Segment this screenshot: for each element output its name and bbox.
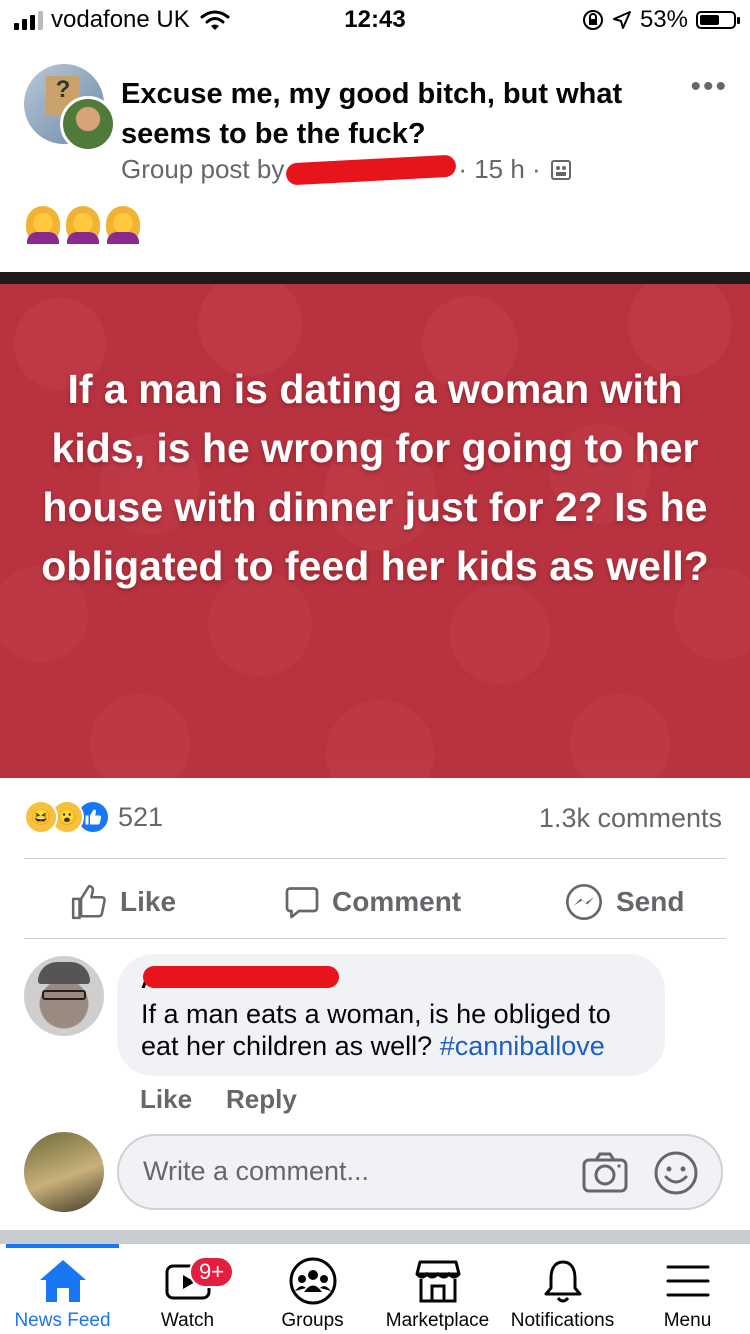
comment-count-link[interactable]: 1.3k comments <box>539 803 722 834</box>
tab-label: Menu <box>663 1310 712 1331</box>
tab-marketplace[interactable]: Marketplace <box>375 1256 500 1334</box>
comment-label: Comment <box>332 886 462 917</box>
current-user-avatar[interactable] <box>24 1132 104 1212</box>
tab-label: Marketplace <box>385 1310 490 1331</box>
tab-label: Notifications <box>510 1310 615 1331</box>
meta-prefix: Group post by <box>121 154 285 184</box>
bell-icon <box>544 1260 581 1303</box>
tab-label: Watch <box>160 1310 215 1331</box>
watch-badge: 9+ <box>189 1256 235 1288</box>
comment-actions: Like Reply <box>140 1084 297 1115</box>
comment-input-placeholder: Write a comment... <box>143 1156 370 1186</box>
messenger-icon <box>566 884 602 920</box>
post-actions: Like Comment Send <box>0 866 750 938</box>
hamburger-icon <box>666 1265 709 1297</box>
divider <box>24 858 726 859</box>
divider <box>24 938 726 939</box>
reaction-count: 521 <box>118 801 164 832</box>
facepalm-emoji-icon <box>64 206 102 244</box>
group-privacy-icon <box>550 159 571 180</box>
comment-input[interactable]: Write a comment... <box>117 1134 723 1210</box>
battery-percent: 53% <box>639 6 688 33</box>
tab-label: Groups <box>281 1310 344 1331</box>
home-icon <box>39 1260 86 1302</box>
battery-icon <box>696 11 740 29</box>
send-label: Send <box>616 886 685 917</box>
shop-icon <box>415 1260 460 1303</box>
post-meta: Group post by · 15 h · <box>121 154 573 185</box>
post-emoji-text <box>24 206 142 244</box>
post-title[interactable]: Excuse me, my good bitch, but what seems… <box>121 74 661 154</box>
image-caption-text: If a man is dating a woman with kids, is… <box>41 366 709 589</box>
reactions-summary[interactable]: 😆 😮 521 <box>24 800 163 834</box>
like-button[interactable]: Like <box>70 866 176 938</box>
bottom-tab-bar: News Feed 9+ Watch Groups Marketplace No… <box>0 1244 750 1334</box>
post-header: ? Excuse me, my good bitch, but what see… <box>0 50 750 200</box>
tab-groups[interactable]: Groups <box>250 1256 375 1334</box>
send-button[interactable]: Send <box>564 866 684 938</box>
facepalm-emoji-icon <box>24 206 62 244</box>
comment-reply-button[interactable]: Reply <box>226 1084 297 1115</box>
speech-bubble-icon <box>285 887 319 919</box>
comment-hashtag[interactable]: #canniballove <box>440 1031 605 1061</box>
tab-label: News Feed <box>14 1310 111 1331</box>
comment-like-button[interactable]: Like <box>140 1084 192 1115</box>
comment-button[interactable]: Comment <box>284 866 461 938</box>
haha-reaction-icon: 😆 <box>24 800 58 834</box>
status-indicators: 53% <box>582 6 740 34</box>
facepalm-emoji-icon <box>104 206 142 244</box>
comment-bubble[interactable]: Ant If a man eats a woman, is he obliged… <box>117 954 665 1076</box>
tab-menu[interactable]: Menu <box>625 1256 750 1334</box>
tab-watch[interactable]: 9+ Watch <box>125 1256 250 1334</box>
rotation-lock-icon <box>582 10 603 30</box>
comment-text: If a man eats a woman, is he obliged to … <box>141 998 651 1062</box>
comment-composer: Write a comment... <box>0 1132 750 1214</box>
camera-icon[interactable] <box>581 1152 629 1194</box>
author-avatar[interactable] <box>60 96 116 152</box>
commenter-name-redaction <box>143 966 339 988</box>
tab-news-feed[interactable]: News Feed <box>0 1256 125 1334</box>
more-options-icon[interactable]: ••• <box>690 70 728 104</box>
section-separator <box>0 1230 750 1244</box>
commenter-avatar[interactable] <box>24 956 104 1036</box>
like-label: Like <box>120 886 177 917</box>
meta-time[interactable]: · 15 h · <box>458 154 540 185</box>
tab-notifications[interactable]: Notifications <box>500 1256 625 1334</box>
status-bar: vodafone UK 12:43 53% <box>0 0 750 40</box>
active-tab-indicator <box>6 1244 119 1248</box>
author-redaction <box>285 154 457 185</box>
groups-icon <box>289 1257 336 1305</box>
emoji-icon[interactable] <box>653 1150 699 1196</box>
location-icon <box>612 11 631 29</box>
thumbs-up-icon <box>71 884 106 920</box>
post-image[interactable]: If a man is dating a woman with kids, is… <box>0 272 750 778</box>
